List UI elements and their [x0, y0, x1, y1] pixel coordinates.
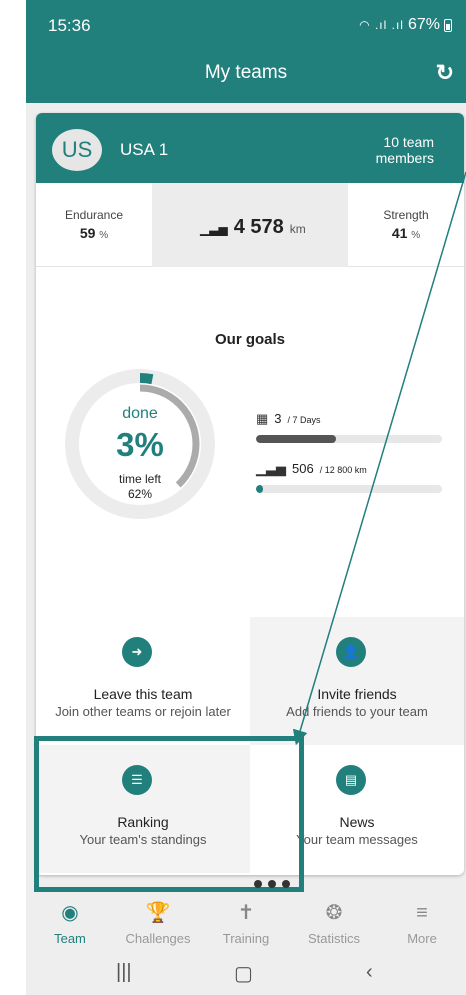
- highlight-box: [34, 736, 304, 892]
- bottom-nav: ◉ Team 🏆 Challenges ✝ Training ❂ Statist…: [26, 893, 466, 955]
- nav-statistics[interactable]: ❂ Statistics: [290, 901, 378, 946]
- nav-label-team: Team: [54, 931, 86, 946]
- refresh-icon[interactable]: ↻: [436, 60, 454, 86]
- app-header: 15:36 ◠ .ıl .ıl 67% My teams ↻: [26, 0, 466, 103]
- endurance-value-line: 59 %: [36, 225, 152, 241]
- km-value: 506: [292, 461, 314, 476]
- km-progress-fill: [256, 485, 264, 493]
- status-indicators: ◠ .ıl .ıl 67%: [359, 16, 452, 34]
- leave-team-button[interactable]: ➜ Leave this team Join other teams or re…: [36, 617, 250, 745]
- nav-team[interactable]: ◉ Team: [26, 901, 114, 946]
- calendar-icon: ▦: [256, 411, 269, 426]
- nav-label-challenges: Challenges: [125, 931, 191, 946]
- invite-friends-title: Invite friends: [317, 686, 397, 702]
- strength-value: 41: [391, 225, 408, 241]
- recent-apps-icon[interactable]: |||: [116, 961, 132, 984]
- strength-value-line: 41 %: [348, 225, 464, 241]
- nav-label-more: More: [407, 931, 437, 946]
- km-total: / 12 800 km: [319, 465, 367, 475]
- km-progress-bar: [256, 485, 442, 493]
- award-icon: ❂: [325, 902, 343, 924]
- distance-value: 4 578: [233, 216, 284, 238]
- nav-label-statistics: Statistics: [307, 931, 360, 946]
- distance-stat: ▁▃▅ 4 578 km: [152, 183, 348, 267]
- strength-unit: %: [411, 230, 421, 241]
- invite-friends-subtitle: Add friends to your team: [286, 704, 428, 719]
- back-icon[interactable]: ‹: [366, 961, 373, 984]
- invite-friends-button[interactable]: 👤 Invite friends Add friends to your tea…: [250, 617, 464, 745]
- nav-label-training: Training: [222, 931, 270, 946]
- done-percent: 3%: [116, 426, 164, 463]
- time-left-value: 62%: [127, 487, 153, 501]
- add-user-icon: 👤: [336, 637, 366, 667]
- nav-challenges[interactable]: 🏆 Challenges: [114, 901, 202, 946]
- bar-chart-icon: ▁▃▅: [200, 222, 228, 236]
- goals-title: Our goals: [214, 331, 285, 348]
- exit-icon: ➜: [122, 637, 152, 667]
- endurance-value: 59: [79, 225, 96, 241]
- distance-unit: km: [289, 222, 306, 236]
- home-icon[interactable]: ▢: [234, 961, 253, 986]
- km-goal-line: ▁▃▅ 506 / 12 800 km: [256, 461, 367, 477]
- done-label: done: [122, 405, 158, 422]
- nav-training[interactable]: ✝ Training: [202, 901, 290, 946]
- page-indicator-dots: [254, 880, 290, 888]
- nav-more[interactable]: ≡ More: [378, 901, 466, 946]
- ring-center: done 3% time left 62%: [64, 368, 216, 520]
- document-icon: ▤: [336, 765, 366, 795]
- endurance-label: Endurance: [64, 208, 124, 222]
- strength-label: Strength: [383, 208, 429, 222]
- system-nav-bar: ||| ▢ ‹: [26, 955, 466, 995]
- time-left-label: time left: [118, 472, 161, 486]
- training-icon: ✝: [237, 902, 255, 924]
- bar-chart-icon: ▁▃▅: [256, 461, 286, 476]
- strength-stat: Strength 41 %: [348, 183, 464, 267]
- days-total: / 7 Days: [287, 415, 321, 425]
- days-progress-bar: [256, 435, 442, 443]
- page-title: My teams: [204, 62, 288, 83]
- battery-level: 67%: [407, 16, 440, 33]
- team-name: USA 1: [120, 140, 169, 159]
- leave-team-subtitle: Join other teams or rejoin later: [55, 704, 231, 719]
- days-value: 3: [274, 411, 282, 426]
- battery-icon: [444, 18, 452, 32]
- days-goal-line: ▦ 3 / 7 Days: [256, 411, 321, 427]
- team-avatar: US: [52, 129, 102, 171]
- team-icon: ◉: [61, 902, 79, 924]
- members-line-1: 10 team: [383, 134, 434, 150]
- team-members-count: 10 team members: [354, 134, 434, 166]
- team-header[interactable]: US USA 1 10 team members: [36, 113, 464, 183]
- endurance-stat: Endurance 59 %: [36, 183, 152, 267]
- distance-line: ▁▃▅ 4 578 km: [200, 216, 306, 239]
- leave-team-title: Leave this team: [93, 686, 193, 702]
- trophy-icon: 🏆: [145, 902, 171, 924]
- endurance-unit: %: [99, 230, 109, 241]
- days-progress-fill: [256, 435, 336, 443]
- phone-screen: 15:36 ◠ .ıl .ıl 67% My teams ↻ US USA 1 …: [26, 0, 466, 995]
- wifi-signal-icon: ◠ .ıl .ıl: [359, 18, 404, 32]
- status-time: 15:36: [48, 16, 91, 35]
- menu-icon: ≡: [416, 902, 428, 924]
- stats-row: Endurance 59 % ▁▃▅ 4 578 km Strength 41 …: [36, 183, 464, 267]
- members-line-2: members: [375, 150, 434, 166]
